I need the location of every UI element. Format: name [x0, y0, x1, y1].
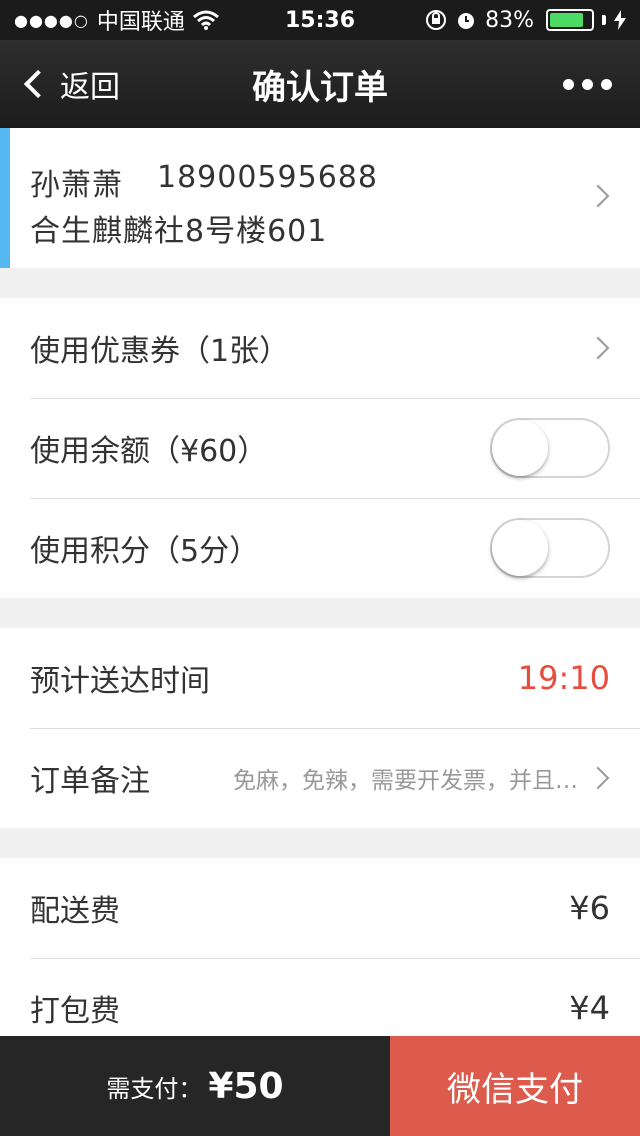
points-row: 使用积分（5分） — [0, 498, 640, 598]
discount-group: 使用优惠券（1张） 使用余额（¥60） 使用积分（5分） — [0, 298, 640, 598]
address-card[interactable]: 孙萧萧 18900595688 合生麒麟社8号楼601 — [0, 128, 640, 268]
more-dots-icon — [563, 78, 574, 90]
delivery-time-row[interactable]: 预计送达时间 19:10 — [0, 628, 640, 728]
coupon-label: 使用优惠券（1张） — [30, 334, 290, 369]
toggle-knob — [492, 520, 548, 576]
packing-fee-value: ¥4 — [569, 989, 610, 1027]
battery-icon — [546, 9, 594, 31]
balance-toggle[interactable] — [490, 418, 610, 478]
carrier-name: 中国联通 — [96, 10, 185, 35]
battery-percent: 83% — [485, 7, 534, 33]
signal-strength: ●●●●○ — [14, 10, 89, 30]
recipient-name: 孙萧萧 — [30, 168, 123, 203]
balance-row: 使用余额（¥60） — [0, 398, 640, 498]
rotation-lock-icon — [426, 10, 447, 30]
wifi-icon — [192, 10, 219, 30]
order-note-row[interactable]: 订单备注 免麻，免辣，需要开发票，并且… — [0, 728, 640, 828]
points-label: 使用积分（5分） — [30, 534, 260, 569]
delivery-group: 预计送达时间 19:10 订单备注 免麻，免辣，需要开发票，并且… — [0, 628, 640, 828]
battery-level — [550, 13, 584, 27]
order-note-text: 免麻，免辣，需要开发票，并且… — [233, 768, 578, 794]
back-button[interactable]: 返回 — [18, 62, 120, 106]
order-content: 孙萧萧 18900595688 合生麒麟社8号楼601 使用优惠券（1张） 使用… — [0, 128, 640, 1058]
coupon-row[interactable]: 使用优惠券（1张） — [0, 298, 640, 398]
order-note-label: 订单备注 — [30, 764, 150, 799]
navigation-bar: 返回 确认订单 — [0, 40, 640, 128]
charging-icon — [614, 10, 626, 30]
chevron-right-icon — [586, 336, 610, 360]
address-accent-bar — [0, 128, 10, 268]
alarm-icon — [458, 13, 475, 29]
packing-fee-label: 打包费 — [30, 994, 120, 1029]
pay-label: 需支付： — [106, 1074, 203, 1103]
toggle-knob — [492, 420, 548, 476]
pay-amount: ¥50 — [208, 1065, 284, 1107]
checkout-bar: 需支付： ¥50 微信支付 — [0, 1036, 640, 1136]
chevron-left-icon — [23, 69, 53, 99]
chevron-right-icon — [586, 766, 610, 790]
battery-cap — [602, 15, 606, 25]
back-label: 返回 — [60, 70, 120, 105]
delivery-time-value: 19:10 — [517, 659, 610, 697]
balance-label: 使用余额（¥60） — [30, 434, 268, 469]
delivery-fee-row: 配送费 ¥6 — [0, 858, 640, 958]
payment-summary: 需支付： ¥50 — [0, 1036, 390, 1136]
fee-group: 配送费 ¥6 打包费 ¥4 — [0, 858, 640, 1058]
delivery-fee-value: ¥6 — [569, 889, 610, 927]
wechat-pay-button[interactable]: 微信支付 — [390, 1036, 640, 1136]
delivery-fee-label: 配送费 — [30, 894, 120, 929]
recipient-address: 合生麒麟社8号楼601 — [30, 214, 328, 249]
more-button[interactable] — [563, 78, 612, 90]
points-toggle[interactable] — [490, 518, 610, 578]
status-bar: ●●●●○ 中国联通 15:36 83% — [0, 0, 640, 40]
delivery-time-label: 预计送达时间 — [30, 664, 210, 699]
recipient-phone: 18900595688 — [157, 160, 378, 195]
